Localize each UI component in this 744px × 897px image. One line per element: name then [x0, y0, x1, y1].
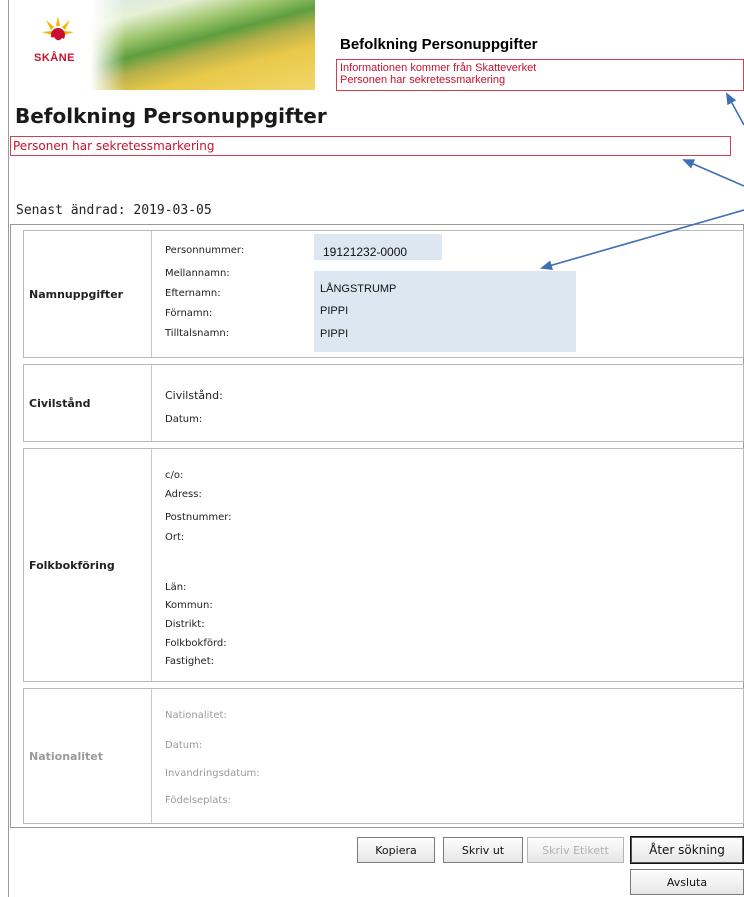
ater-sokning-button[interactable]: Åter sökning	[630, 836, 744, 864]
annotation-arrows	[540, 92, 744, 271]
arrow-to-header-notice	[726, 92, 744, 126]
skriv-etikett-button[interactable]: Skriv Etikett	[527, 837, 624, 863]
avsluta-button[interactable]: Avsluta	[630, 869, 744, 895]
arrow-to-secrecy-notice	[682, 159, 744, 187]
kopiera-button[interactable]: Kopiera	[357, 837, 435, 863]
arrow-to-name-data	[540, 209, 744, 271]
skriv-ut-button[interactable]: Skriv ut	[443, 837, 523, 863]
